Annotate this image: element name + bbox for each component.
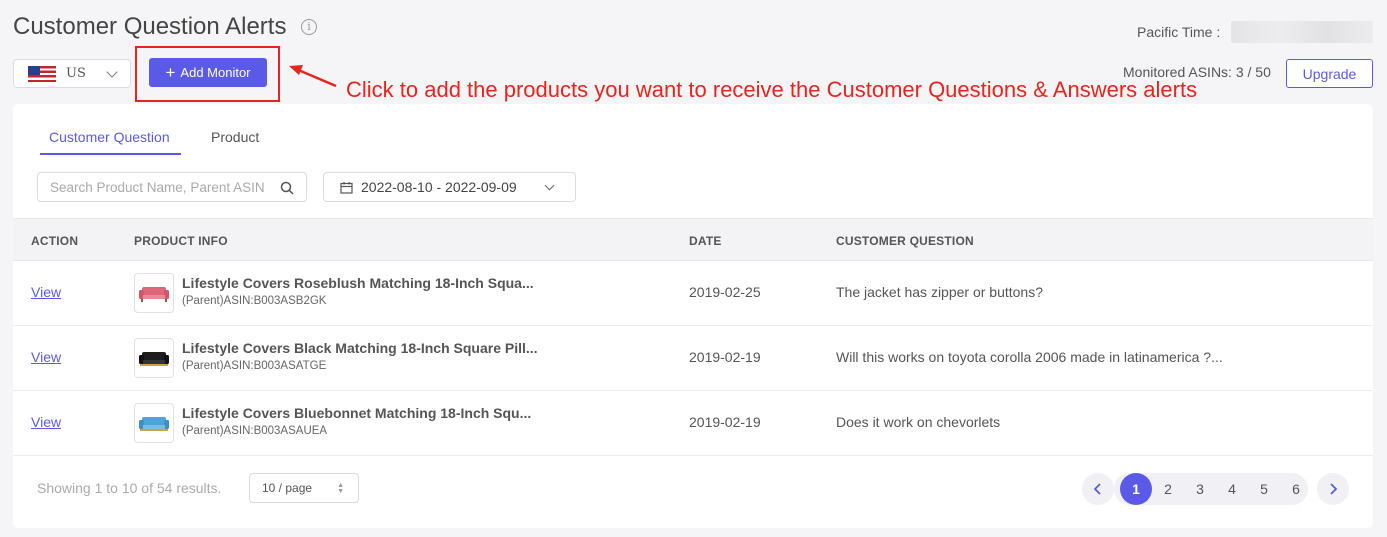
chevron-down-icon bbox=[544, 180, 555, 191]
main-card: Customer Question Product 2022-08-10 - 2… bbox=[13, 104, 1373, 528]
search-input[interactable] bbox=[38, 173, 270, 201]
question-date: 2019-02-25 bbox=[689, 284, 761, 300]
table-header: ACTION PRODUCT INFO DATE CUSTOMER QUESTI… bbox=[13, 218, 1373, 261]
page-5[interactable]: 5 bbox=[1248, 473, 1280, 505]
chevron-down-icon bbox=[106, 66, 118, 78]
view-link[interactable]: View bbox=[31, 349, 61, 365]
product-name: Lifestyle Covers Black Matching 18-Inch … bbox=[182, 340, 538, 356]
product-thumbnail bbox=[134, 403, 174, 443]
chevron-left-icon bbox=[1093, 483, 1101, 495]
next-page-button[interactable] bbox=[1317, 473, 1349, 505]
product-name: Lifestyle Covers Bluebonnet Matching 18-… bbox=[182, 405, 532, 421]
page-size-select[interactable]: 10 / page ▲ ▼ bbox=[249, 473, 359, 503]
calendar-icon bbox=[340, 181, 353, 194]
table-row: View Lifestyle Covers Bluebonnet Matchin… bbox=[13, 391, 1373, 456]
annotation-text: Click to add the products you want to re… bbox=[346, 77, 1198, 102]
product-thumbnail bbox=[134, 273, 174, 313]
product-name: Lifestyle Covers Roseblush Matching 18-I… bbox=[182, 275, 534, 291]
table-row: View Lifestyle Covers Roseblush Matching… bbox=[13, 261, 1373, 326]
table-row: View Lifestyle Covers Black Matching 18-… bbox=[13, 326, 1373, 391]
us-flag-icon bbox=[28, 65, 56, 82]
search-field[interactable] bbox=[37, 172, 307, 202]
page-6[interactable]: 6 bbox=[1280, 473, 1312, 505]
product-asin: (Parent)ASIN:B003ASATGE bbox=[182, 360, 327, 372]
question-date: 2019-02-19 bbox=[689, 349, 761, 365]
prev-page-button[interactable] bbox=[1082, 473, 1114, 505]
info-icon[interactable]: i bbox=[301, 19, 317, 35]
page-4[interactable]: 4 bbox=[1216, 473, 1248, 505]
product-thumbnail bbox=[134, 338, 174, 378]
customer-question: Does it work on chevorlets bbox=[836, 414, 1001, 430]
add-monitor-label: Add Monitor bbox=[180, 65, 251, 80]
plus-icon: + bbox=[165, 63, 176, 82]
results-summary: Showing 1 to 10 of 54 results. bbox=[37, 480, 222, 496]
chevron-right-icon bbox=[1330, 483, 1338, 495]
view-link[interactable]: View bbox=[31, 414, 61, 430]
page-3[interactable]: 3 bbox=[1184, 473, 1216, 505]
upgrade-button[interactable]: Upgrade bbox=[1286, 59, 1373, 88]
header-customer-question: CUSTOMER QUESTION bbox=[836, 234, 974, 248]
view-link[interactable]: View bbox=[31, 284, 61, 300]
monitored-asins-count: Monitored ASINs: 3 / 50 bbox=[1123, 64, 1271, 80]
search-icon[interactable] bbox=[280, 181, 294, 195]
page-1[interactable]: 1 bbox=[1120, 473, 1152, 505]
country-select[interactable]: US bbox=[13, 59, 131, 88]
date-range-picker[interactable]: 2022-08-10 - 2022-09-09 bbox=[323, 172, 576, 202]
sofa-icon bbox=[139, 417, 169, 431]
question-date: 2019-02-19 bbox=[689, 414, 761, 430]
active-tab-indicator bbox=[40, 153, 181, 155]
annotation-arrow-icon bbox=[289, 65, 337, 88]
header-product-info: PRODUCT INFO bbox=[134, 234, 228, 248]
page-title: Customer Question Alerts bbox=[13, 13, 287, 40]
add-monitor-button[interactable]: + Add Monitor bbox=[149, 58, 267, 87]
product-asin: (Parent)ASIN:B003ASB2GK bbox=[182, 295, 327, 307]
country-label: US bbox=[66, 66, 86, 81]
customer-question: Will this works on toyota corolla 2006 m… bbox=[836, 349, 1223, 365]
sofa-icon bbox=[139, 352, 169, 366]
tab-customer-question[interactable]: Customer Question bbox=[49, 129, 170, 145]
header-action: ACTION bbox=[31, 234, 79, 248]
header-date: DATE bbox=[689, 234, 722, 248]
date-range-value: 2022-08-10 - 2022-09-09 bbox=[361, 179, 517, 195]
sofa-icon bbox=[139, 287, 169, 302]
sort-updown-icon: ▲ ▼ bbox=[337, 482, 344, 495]
page-2[interactable]: 2 bbox=[1152, 473, 1184, 505]
pacific-time-value-redacted bbox=[1231, 21, 1373, 43]
customer-question: The jacket has zipper or buttons? bbox=[836, 284, 1044, 300]
page-size-value: 10 / page bbox=[262, 481, 313, 495]
product-asin: (Parent)ASIN:B003ASAUEA bbox=[182, 425, 328, 437]
tab-product[interactable]: Product bbox=[211, 129, 259, 145]
pacific-time-label: Pacific Time : bbox=[1137, 24, 1221, 40]
